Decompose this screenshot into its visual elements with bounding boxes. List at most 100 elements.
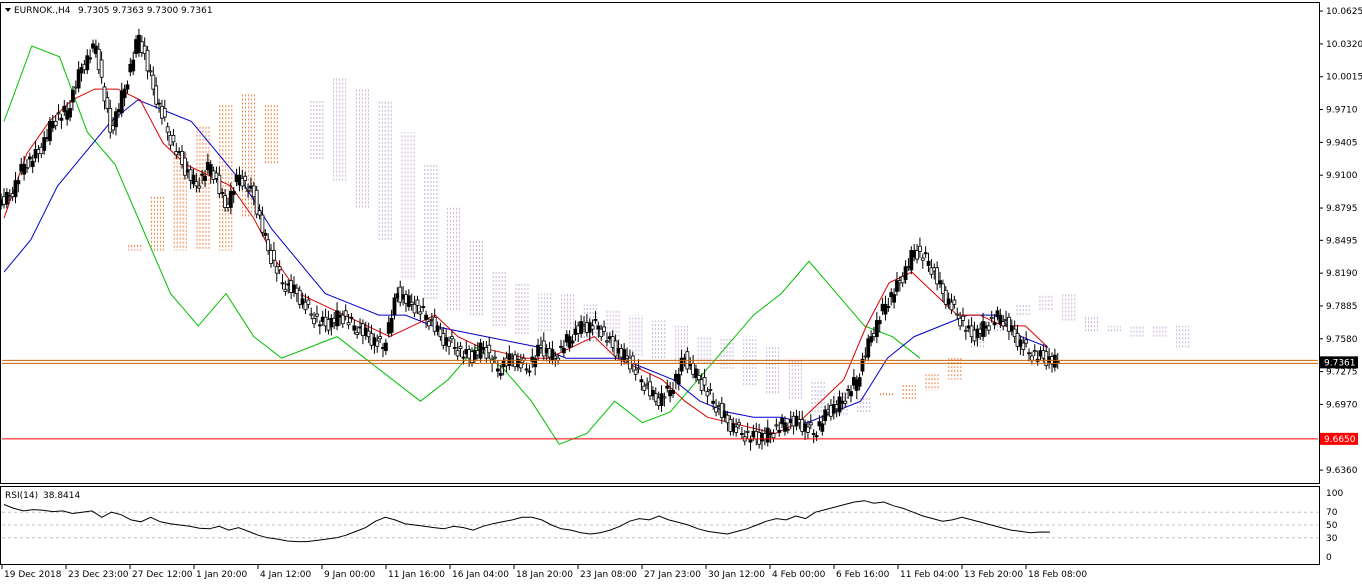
candle-body — [27, 156, 32, 160]
candle-body — [918, 245, 922, 253]
time-axis: 19 Dec 2018 23 Dec 23:00 27 Dec 12:00 1 Jan… — [1, 565, 1087, 580]
candle-body — [860, 358, 865, 372]
candle-body — [671, 390, 675, 395]
candle-body — [593, 319, 598, 321]
candle-body — [122, 88, 127, 99]
candle-body — [231, 190, 236, 195]
candle-body — [378, 336, 383, 340]
candle-body — [392, 297, 397, 316]
candle-body — [696, 374, 701, 381]
candle-body — [493, 356, 497, 359]
candle-body — [25, 167, 29, 170]
candle-body — [981, 321, 985, 338]
rsi-tick-label: 0 — [1326, 553, 1332, 563]
candle-body — [335, 310, 339, 327]
y-tick-label: 9.9405 — [1326, 138, 1358, 148]
candle-body — [676, 373, 681, 385]
candle-body — [68, 108, 72, 118]
rsi-tick-label: 50 — [1326, 521, 1338, 531]
candle-body — [131, 59, 136, 72]
candle-body — [1024, 339, 1029, 344]
candle-body — [415, 299, 420, 306]
candle-body — [708, 388, 713, 391]
candle-body — [507, 353, 512, 367]
candle-body — [992, 322, 997, 326]
candle-body — [1021, 342, 1026, 350]
candle-body — [630, 355, 635, 364]
y-tick-label: 9.7580 — [1326, 335, 1358, 345]
candle-body — [263, 232, 268, 236]
candle-body — [1052, 354, 1057, 368]
candle-body — [989, 316, 994, 319]
candle-body — [487, 344, 492, 354]
candle-body — [450, 336, 454, 340]
candle-body — [811, 433, 816, 435]
x-tick-label: 27 Jan 23:00 — [644, 570, 701, 580]
candle-body — [843, 400, 848, 404]
candle-body — [125, 84, 130, 90]
candle-body — [309, 313, 314, 316]
x-tick-label: 23 Jan 08:00 — [580, 570, 637, 580]
candle-body — [375, 340, 380, 347]
candle-body — [920, 257, 925, 261]
candle-body — [814, 435, 819, 438]
symbol-label: EURNOK.,H4 — [14, 6, 71, 16]
y-tick-label: 9.8495 — [1326, 236, 1358, 246]
y-tick-label: 9.8795 — [1326, 204, 1358, 214]
candle-body — [447, 340, 451, 347]
candle-body — [961, 315, 965, 321]
candle-body — [406, 295, 411, 307]
candle-body — [114, 111, 118, 128]
candle-body — [243, 175, 248, 181]
x-tick-label: 27 Dec 12:00 — [132, 570, 193, 580]
candle-body — [157, 102, 161, 105]
candle-body — [737, 422, 741, 426]
rsi-label: RSI(14) — [5, 491, 38, 501]
candle-body — [748, 439, 753, 443]
candle-body — [714, 407, 718, 413]
x-tick-label: 9 Jan 00:00 — [324, 570, 376, 580]
candle-body — [1001, 321, 1006, 327]
x-tick-label: 11 Feb 04:00 — [900, 570, 959, 580]
candle-body — [194, 181, 199, 187]
candle-body — [346, 322, 351, 326]
rsi-value: 38.8414 — [43, 491, 80, 501]
candle-body — [424, 314, 428, 320]
candle-body — [952, 299, 957, 305]
x-tick-label: 18 Feb 08:00 — [1028, 570, 1087, 580]
y-tick-label: 10.0625 — [1326, 7, 1362, 17]
candle-body — [923, 252, 928, 255]
candle-body — [478, 342, 483, 359]
x-tick-label: 1 Jan 20:00 — [196, 570, 248, 580]
candle-body — [30, 160, 35, 167]
candle-body — [639, 379, 644, 383]
candle-body — [636, 367, 641, 370]
candle-body — [352, 325, 357, 331]
chart-window[interactable]: 9.73619.6650 10.062510.032010.00159.9710… — [0, 0, 1362, 584]
candle-body — [665, 385, 670, 389]
x-tick-label: 19 Dec 2018 — [4, 570, 62, 580]
candle-body — [892, 294, 896, 303]
rsi-tick-label: 100 — [1326, 489, 1343, 499]
candle-body — [59, 117, 64, 121]
candle-body — [633, 369, 638, 375]
candle-body — [550, 349, 555, 361]
y-tick-label: 9.6970 — [1326, 400, 1358, 410]
candle-body — [343, 310, 348, 317]
candle-body — [777, 429, 782, 433]
candle-body — [771, 433, 776, 439]
candle-body — [702, 377, 707, 386]
candle-body — [154, 85, 159, 105]
candle-body — [455, 350, 460, 357]
candle-body — [260, 214, 265, 233]
candle-body — [427, 321, 431, 327]
candle-body — [498, 372, 503, 376]
candle-body — [4, 192, 9, 205]
candle-body — [56, 112, 61, 115]
ohlc-label: 9.7305 9.7363 9.7300 9.7361 — [78, 6, 213, 16]
rsi-tick-label: 30 — [1326, 534, 1338, 544]
candle-body — [99, 59, 104, 78]
candle-body — [605, 340, 609, 343]
candle-body — [765, 427, 770, 443]
candle-body — [53, 120, 58, 127]
